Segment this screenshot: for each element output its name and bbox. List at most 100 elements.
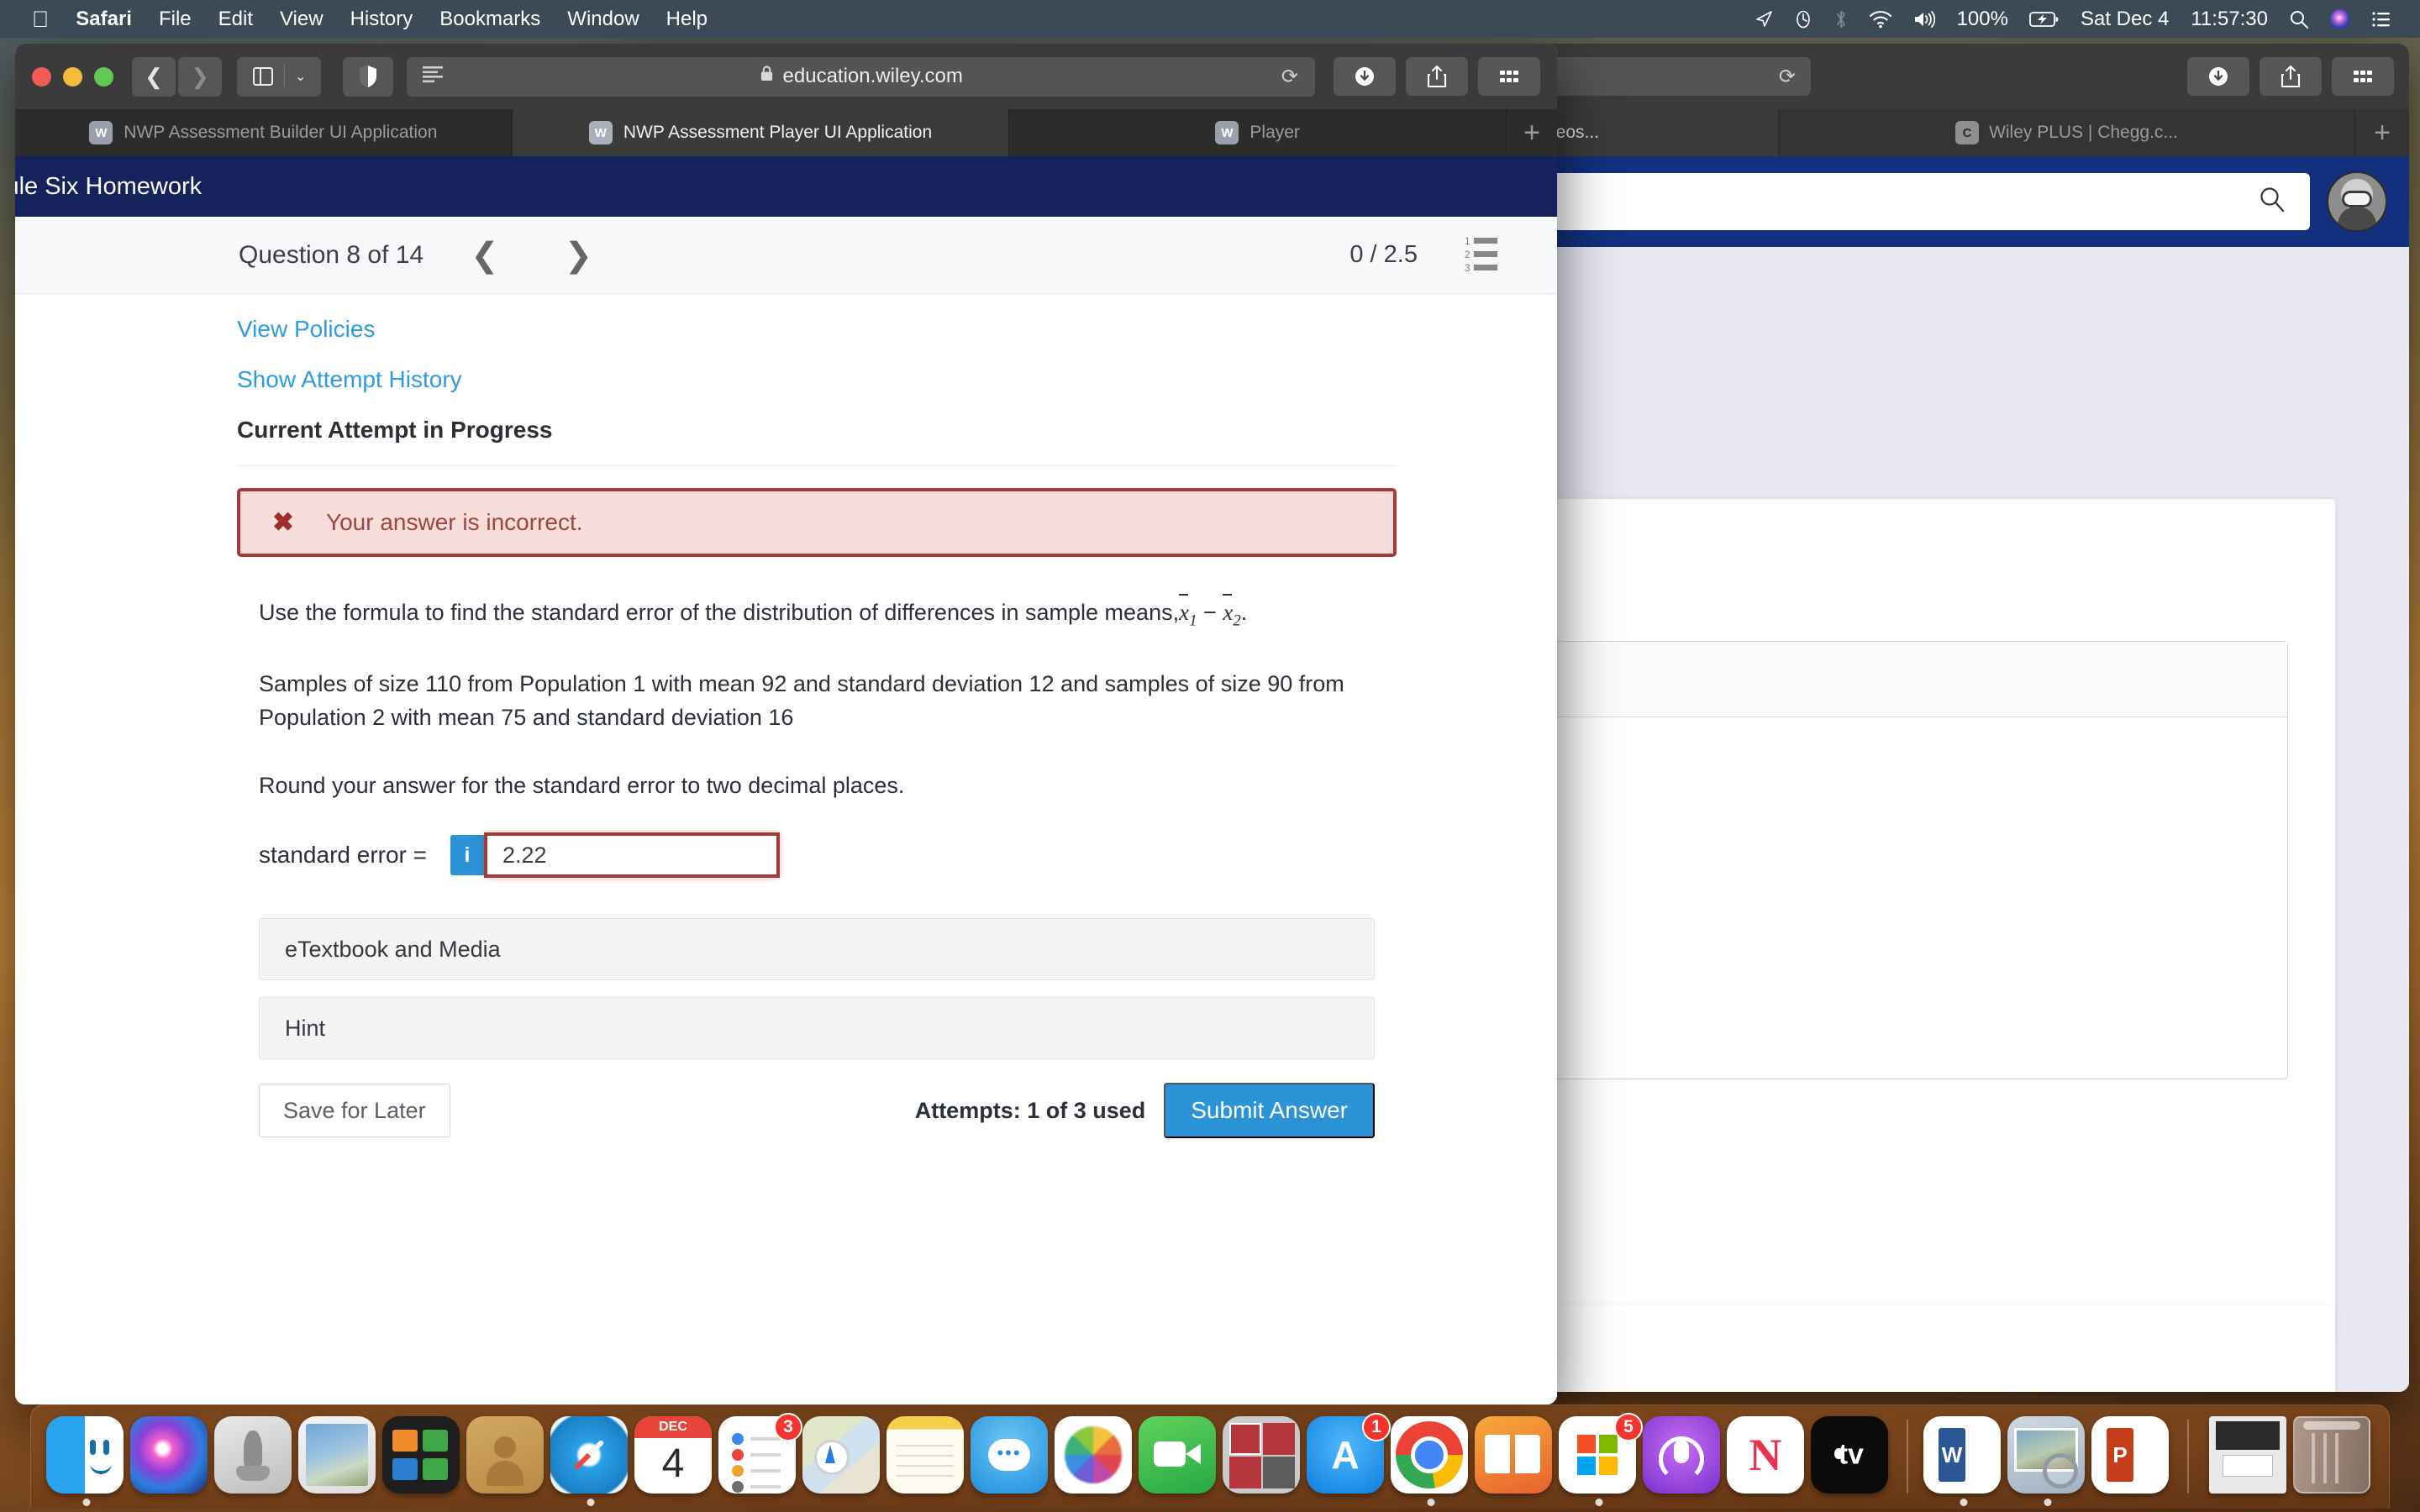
bluetooth-icon[interactable] xyxy=(1823,0,1859,38)
dock-item-powerpoint[interactable] xyxy=(2091,1416,2172,1497)
sidebar-icon[interactable] xyxy=(242,66,284,87)
dock-item-preview[interactable] xyxy=(2007,1416,2088,1497)
chegg-favicon-icon: C xyxy=(1955,121,1980,144)
search-icon[interactable] xyxy=(2258,185,2286,219)
spotlight-search-icon[interactable] xyxy=(2279,0,2319,38)
messages-icon xyxy=(971,1416,1048,1494)
wiley-browser-window[interactable]: ❮ ❯ ⌄ education.wiley.com ⟳ W NWP Assess… xyxy=(15,44,1557,1404)
menu-view[interactable]: View xyxy=(266,0,337,38)
dock-item-photos[interactable] xyxy=(1055,1416,1135,1497)
menu-bookmarks[interactable]: Bookmarks xyxy=(426,0,554,38)
dock-item-podcasts[interactable] xyxy=(1643,1416,1723,1497)
reload-icon[interactable]: ⟳ xyxy=(1779,65,1796,89)
coursehero-new-tab-button[interactable]: + xyxy=(2355,109,2409,156)
numbered-list-icon[interactable]: 1 2 3 xyxy=(1465,234,1500,276)
avatar[interactable] xyxy=(2327,171,2387,232)
downloads-icon[interactable] xyxy=(2187,57,2249,96)
control-center-icon[interactable] xyxy=(2361,0,2402,38)
volume-icon[interactable] xyxy=(1902,0,1946,38)
dock-item-messages[interactable] xyxy=(971,1416,1051,1497)
macos-menu-bar:  Safari File Edit View History Bookmark… xyxy=(0,0,2420,38)
menu-help[interactable]: Help xyxy=(653,0,721,38)
dock-item-photo-booth[interactable] xyxy=(1223,1416,1303,1497)
maximize-window-button[interactable] xyxy=(94,66,113,87)
time-machine-icon[interactable] xyxy=(1783,0,1823,38)
dock-item-trash[interactable] xyxy=(2293,1416,2374,1497)
wifi-icon[interactable] xyxy=(1859,0,1902,38)
dock-item-keynote[interactable] xyxy=(382,1416,463,1497)
dock-item-microsoft-word[interactable] xyxy=(1923,1416,2004,1497)
reader-view-icon[interactable] xyxy=(422,65,444,89)
privacy-shield-icon[interactable] xyxy=(343,56,394,97)
dock-item-finder[interactable] xyxy=(46,1416,127,1497)
dock-item-chrome[interactable] xyxy=(1391,1416,1471,1497)
view-policies-link[interactable]: View Policies xyxy=(237,316,1397,343)
chevron-down-icon[interactable]: ⌄ xyxy=(285,68,316,85)
battery-icon[interactable] xyxy=(2019,0,2070,38)
wiley-toolbar: ❮ ❯ ⌄ education.wiley.com ⟳ xyxy=(15,44,1557,109)
books-icon xyxy=(1475,1416,1552,1494)
save-for-later-button[interactable]: Save for Later xyxy=(259,1084,450,1138)
forward-button[interactable]: ❯ xyxy=(178,56,222,97)
share-icon[interactable] xyxy=(1406,57,1468,96)
dock-item-news[interactable] xyxy=(1727,1416,1807,1497)
dock-item-microsoft-office[interactable]: 5 xyxy=(1559,1413,1643,1497)
score-display: 0 / 2.5 xyxy=(1349,241,1418,268)
next-question-button[interactable]: ❯ xyxy=(546,236,612,275)
dock-item-launchpad[interactable] xyxy=(214,1416,295,1497)
info-icon[interactable]: i xyxy=(450,835,484,876)
tab-overview-icon[interactable] xyxy=(2332,57,2394,96)
dock-item-maps[interactable] xyxy=(802,1416,883,1497)
minimize-window-button[interactable] xyxy=(63,66,82,87)
menu-safari[interactable]: Safari xyxy=(62,0,145,38)
dock-item-reminders[interactable]: 3 xyxy=(718,1413,802,1497)
wiley-url-bar[interactable]: education.wiley.com ⟳ xyxy=(407,56,1315,97)
dock-apps-group: 3 1 5 xyxy=(45,1413,1893,1497)
dock-item-calendar[interactable] xyxy=(634,1416,715,1497)
menu-file[interactable]: File xyxy=(145,0,205,38)
submit-answer-button[interactable]: Submit Answer xyxy=(1164,1083,1375,1139)
dock-item-siri[interactable] xyxy=(130,1416,211,1497)
incorrect-answer-alert: ✖ Your answer is incorrect. xyxy=(237,488,1397,557)
dock-item-app-store[interactable]: 1 xyxy=(1307,1413,1391,1497)
menu-history[interactable]: History xyxy=(337,0,427,38)
dock-item-facetime[interactable] xyxy=(1139,1416,1219,1497)
menu-edit[interactable]: Edit xyxy=(205,0,266,38)
tab-overview-icon[interactable] xyxy=(1478,57,1540,96)
svg-text:1: 1 xyxy=(1465,235,1470,247)
dock-item-books[interactable] xyxy=(1475,1416,1555,1497)
dock-item-apple-tv[interactable] xyxy=(1811,1416,1891,1497)
siri-icon[interactable] xyxy=(2319,0,2361,38)
wiley-tab-builder[interactable]: W NWP Assessment Builder UI Application xyxy=(15,109,513,156)
back-button[interactable]: ❮ xyxy=(132,56,176,97)
wiley-new-tab-button[interactable]: + xyxy=(1507,109,1557,156)
question-statement-line-2: Samples of size 110 from Population 1 wi… xyxy=(259,670,1344,731)
coursehero-tab-2[interactable]: C Wiley PLUS | Chegg.c... xyxy=(1779,109,2355,156)
previous-question-button[interactable]: ❮ xyxy=(452,236,518,275)
standard-error-input[interactable]: 2.22 xyxy=(484,832,780,879)
dock-badge-app-store: 1 xyxy=(1362,1413,1391,1441)
error-x-icon: ✖ xyxy=(272,507,294,537)
location-arrow-icon[interactable] xyxy=(1744,0,1783,38)
divider xyxy=(237,465,1397,466)
wiley-tab-player-2[interactable]: W Player xyxy=(1009,109,1507,156)
show-attempt-history-link[interactable]: Show Attempt History xyxy=(237,366,1397,393)
menu-window[interactable]: Window xyxy=(554,0,652,38)
wiley-tab-player[interactable]: W NWP Assessment Player UI Application xyxy=(512,109,1010,156)
dock-item-notes[interactable] xyxy=(886,1416,967,1497)
dock-item-mail[interactable] xyxy=(298,1416,379,1497)
downloads-icon[interactable] xyxy=(1334,57,1396,96)
podcasts-icon xyxy=(1643,1416,1720,1494)
svg-text:2: 2 xyxy=(1465,249,1470,260)
reload-icon[interactable]: ⟳ xyxy=(1281,65,1298,89)
etextbook-and-media-accordion[interactable]: eTextbook and Media xyxy=(259,918,1375,981)
dock-item-safari[interactable] xyxy=(550,1416,631,1497)
apple-menu-icon[interactable]:  xyxy=(18,3,62,36)
dock-item-document-window[interactable] xyxy=(2209,1416,2290,1497)
share-icon[interactable] xyxy=(2260,57,2322,96)
question-card: ✖ Your answer is incorrect. Use the form… xyxy=(237,488,1397,1139)
hint-accordion[interactable]: Hint xyxy=(259,997,1375,1060)
dock-recent-apps-group xyxy=(1922,1416,2174,1497)
close-window-button[interactable] xyxy=(32,66,51,87)
dock-item-contacts[interactable] xyxy=(466,1416,547,1497)
